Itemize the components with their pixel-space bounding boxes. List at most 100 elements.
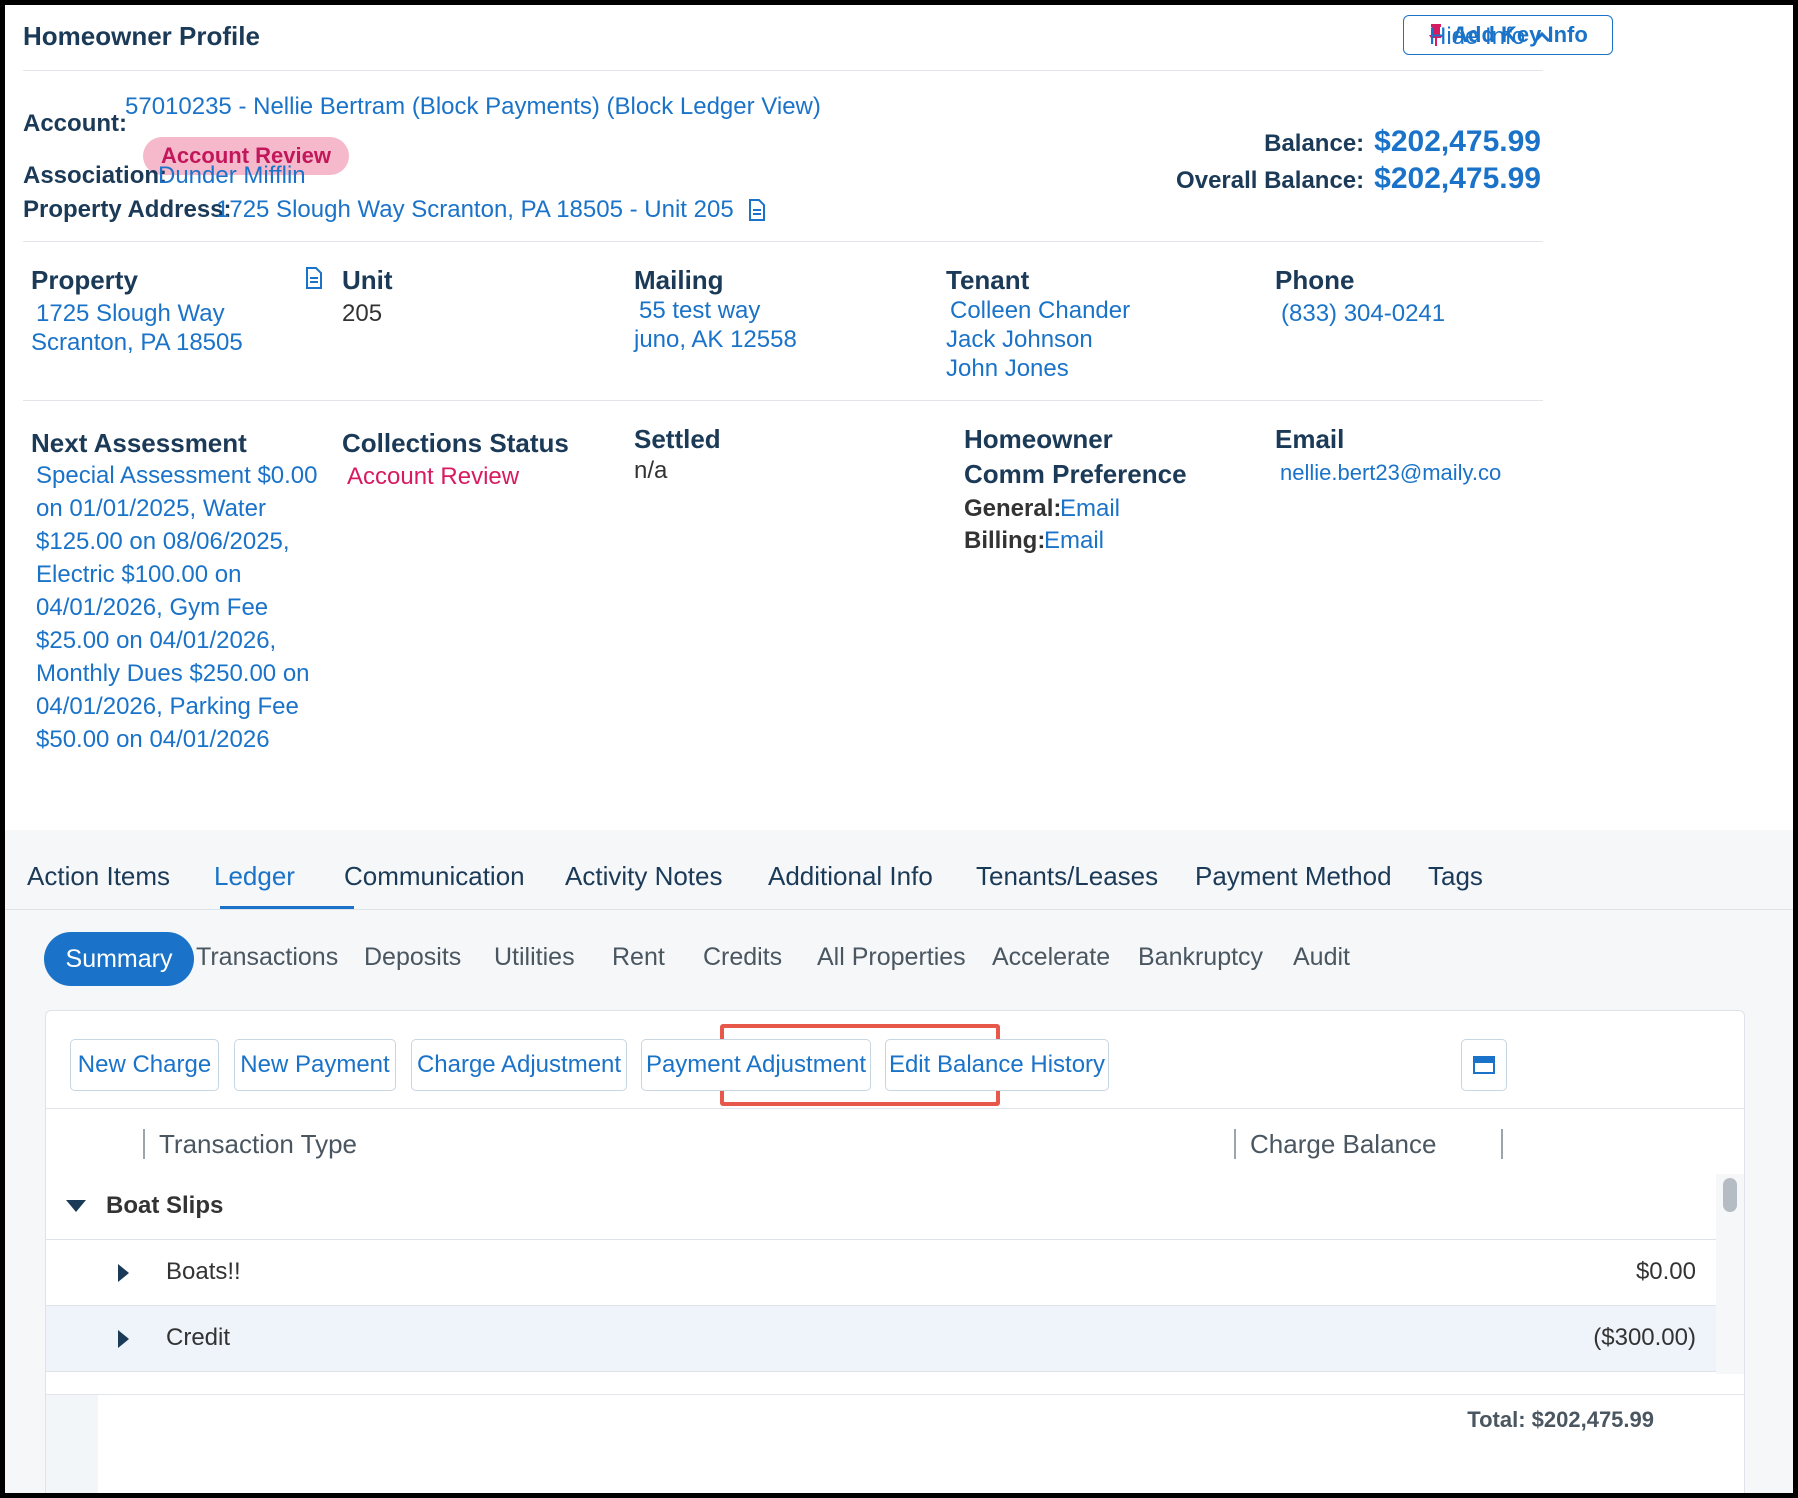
account-label: Account: <box>23 110 127 137</box>
next-assessment-value: Special Assessment $0.00 on 01/01/2025, … <box>36 462 318 753</box>
scrollbar-thumb[interactable] <box>1723 1178 1737 1212</box>
tenant-heading: Tenant <box>946 265 1030 295</box>
table-row[interactable]: Credit ($300.00) <box>46 1306 1716 1372</box>
chevron-up-icon <box>1534 31 1551 43</box>
tab-bar-divider <box>5 909 1793 910</box>
email-link[interactable]: nellie.bert23@maily.co <box>1280 460 1501 486</box>
unit-value: 205 <box>342 300 383 327</box>
tab-tenants-leases[interactable]: Tenants/Leases <box>976 861 1158 892</box>
subtab-credits[interactable]: Credits <box>703 943 782 972</box>
subtab-utilities[interactable]: Utilities <box>494 943 575 972</box>
divider <box>23 241 1543 242</box>
billing-label: Billing: <box>964 527 1046 554</box>
caret-down-icon[interactable] <box>66 1200 86 1212</box>
hide-info-label: Hide Info <box>1429 23 1526 50</box>
association-link[interactable]: Dunder Mifflin <box>158 162 306 190</box>
scrollbar-track[interactable] <box>1716 1174 1744 1374</box>
tab-activity-notes[interactable]: Activity Notes <box>565 861 723 892</box>
tenant-name[interactable]: John Jones <box>946 355 1069 383</box>
window-icon <box>1473 1056 1495 1074</box>
overall-balance-label: Overall Balance: <box>1176 167 1365 194</box>
group-row-boat-slips[interactable]: Boat Slips <box>46 1174 1716 1240</box>
new-charge-button[interactable]: New Charge <box>70 1039 219 1091</box>
transaction-type-cell: Credit <box>166 1324 231 1351</box>
column-separator <box>1501 1129 1503 1159</box>
charge-adjustment-button[interactable]: Charge Adjustment <box>411 1039 627 1091</box>
gutter <box>46 1394 98 1493</box>
settled-heading: Settled <box>634 424 721 454</box>
new-payment-button[interactable]: New Payment <box>234 1039 396 1091</box>
property-line1[interactable]: 1725 Slough Way <box>36 300 225 328</box>
tab-action-items[interactable]: Action Items <box>27 861 170 892</box>
document-icon[interactable] <box>305 267 323 289</box>
subtab-deposits[interactable]: Deposits <box>364 943 461 972</box>
subtab-accelerate[interactable]: Accelerate <box>992 943 1110 972</box>
next-assessment-heading: Next Assessment <box>31 428 247 458</box>
table-row[interactable]: Boats!! $0.00 <box>46 1240 1716 1306</box>
property-heading: Property <box>31 265 138 295</box>
unit-heading: Unit <box>342 265 393 295</box>
general-value[interactable]: Email <box>1060 495 1120 523</box>
subtab-all-properties[interactable]: All Properties <box>817 943 966 972</box>
tab-communication[interactable]: Communication <box>344 861 525 892</box>
account-link[interactable]: 57010235 - Nellie Bertram (Block Payment… <box>125 93 821 121</box>
billing-value[interactable]: Email <box>1044 527 1104 555</box>
mailing-line1[interactable]: 55 test way <box>639 297 760 325</box>
column-separator <box>143 1129 145 1159</box>
phone-heading: Phone <box>1275 265 1355 295</box>
ledger-summary-panel: New Charge New Payment Charge Adjustment… <box>45 1010 1745 1493</box>
property-line2[interactable]: Scranton, PA 18505 <box>31 329 243 357</box>
tab-ledger[interactable]: Ledger <box>214 861 295 892</box>
settled-value: n/a <box>634 457 668 484</box>
charge-balance-cell: $0.00 <box>1635 1258 1696 1285</box>
document-icon[interactable] <box>748 199 766 221</box>
collections-status-heading: Collections Status <box>342 428 569 458</box>
tab-additional-info[interactable]: Additional Info <box>768 861 933 892</box>
edit-balance-history-button[interactable]: Edit Balance History <box>885 1039 1109 1091</box>
panel-toggle-button[interactable] <box>1461 1039 1507 1091</box>
mailing-heading: Mailing <box>634 265 724 295</box>
comm-preference-heading-line1: Homeowner <box>964 424 1113 454</box>
group-label: Boat Slips <box>106 1192 224 1219</box>
association-label: Association: <box>23 162 168 189</box>
property-address-text: 1725 Slough Way Scranton, PA 18505 - Uni… <box>216 196 734 223</box>
divider <box>46 1394 1744 1395</box>
subtab-bankruptcy[interactable]: Bankruptcy <box>1138 943 1263 972</box>
active-tab-indicator <box>220 906 354 909</box>
balance-value: $202,475.99 <box>1374 125 1541 158</box>
tab-tags[interactable]: Tags <box>1428 861 1483 892</box>
column-header-transaction-type[interactable]: Transaction Type <box>159 1129 357 1160</box>
tenant-name[interactable]: Jack Johnson <box>946 326 1093 354</box>
caret-right-icon[interactable] <box>118 1264 129 1282</box>
divider <box>46 1108 1744 1109</box>
payment-adjustment-button[interactable]: Payment Adjustment <box>641 1039 871 1091</box>
phone-link[interactable]: (833) 304-0241 <box>1281 300 1445 328</box>
subtab-rent[interactable]: Rent <box>612 943 665 972</box>
property-address-link[interactable]: 1725 Slough Way Scranton, PA 18505 - Uni… <box>216 196 766 224</box>
charge-balance-cell: ($300.00) <box>1593 1324 1696 1351</box>
column-separator <box>1234 1129 1236 1159</box>
general-label: General: <box>964 495 1062 522</box>
tenant-name[interactable]: Colleen Chander <box>950 297 1130 325</box>
column-header-charge-balance[interactable]: Charge Balance <box>1250 1129 1436 1160</box>
email-heading: Email <box>1275 424 1345 454</box>
subtab-transactions[interactable]: Transactions <box>196 943 338 972</box>
homeowner-profile-window: Homeowner Profile Add Key Info Hide Info… <box>5 5 1793 1493</box>
transaction-type-cell: Boats!! <box>166 1258 241 1285</box>
property-address-label: Property Address: <box>23 196 232 223</box>
total-label: Total: $202,475.99 <box>1467 1407 1654 1432</box>
overall-balance-row: Overall Balance: $202,475.99 <box>1176 162 1541 196</box>
comm-preference-heading-line2: Comm Preference <box>964 459 1187 489</box>
balance-label: Balance: <box>1264 130 1365 157</box>
subtab-summary[interactable]: Summary <box>44 932 194 986</box>
divider <box>23 70 1543 71</box>
subtab-audit[interactable]: Audit <box>1293 943 1350 972</box>
mailing-line2[interactable]: juno, AK 12558 <box>634 326 797 354</box>
tab-payment-method[interactable]: Payment Method <box>1195 861 1392 892</box>
ledger-area: Action Items Ledger Communication Activi… <box>5 830 1793 1493</box>
caret-right-icon[interactable] <box>118 1330 129 1348</box>
collections-status-value: Account Review <box>347 463 520 490</box>
hide-info-toggle[interactable]: Hide Info <box>1429 23 1551 51</box>
balance-row: Balance: $202,475.99 <box>1264 125 1541 159</box>
overall-balance-value: $202,475.99 <box>1374 162 1541 195</box>
